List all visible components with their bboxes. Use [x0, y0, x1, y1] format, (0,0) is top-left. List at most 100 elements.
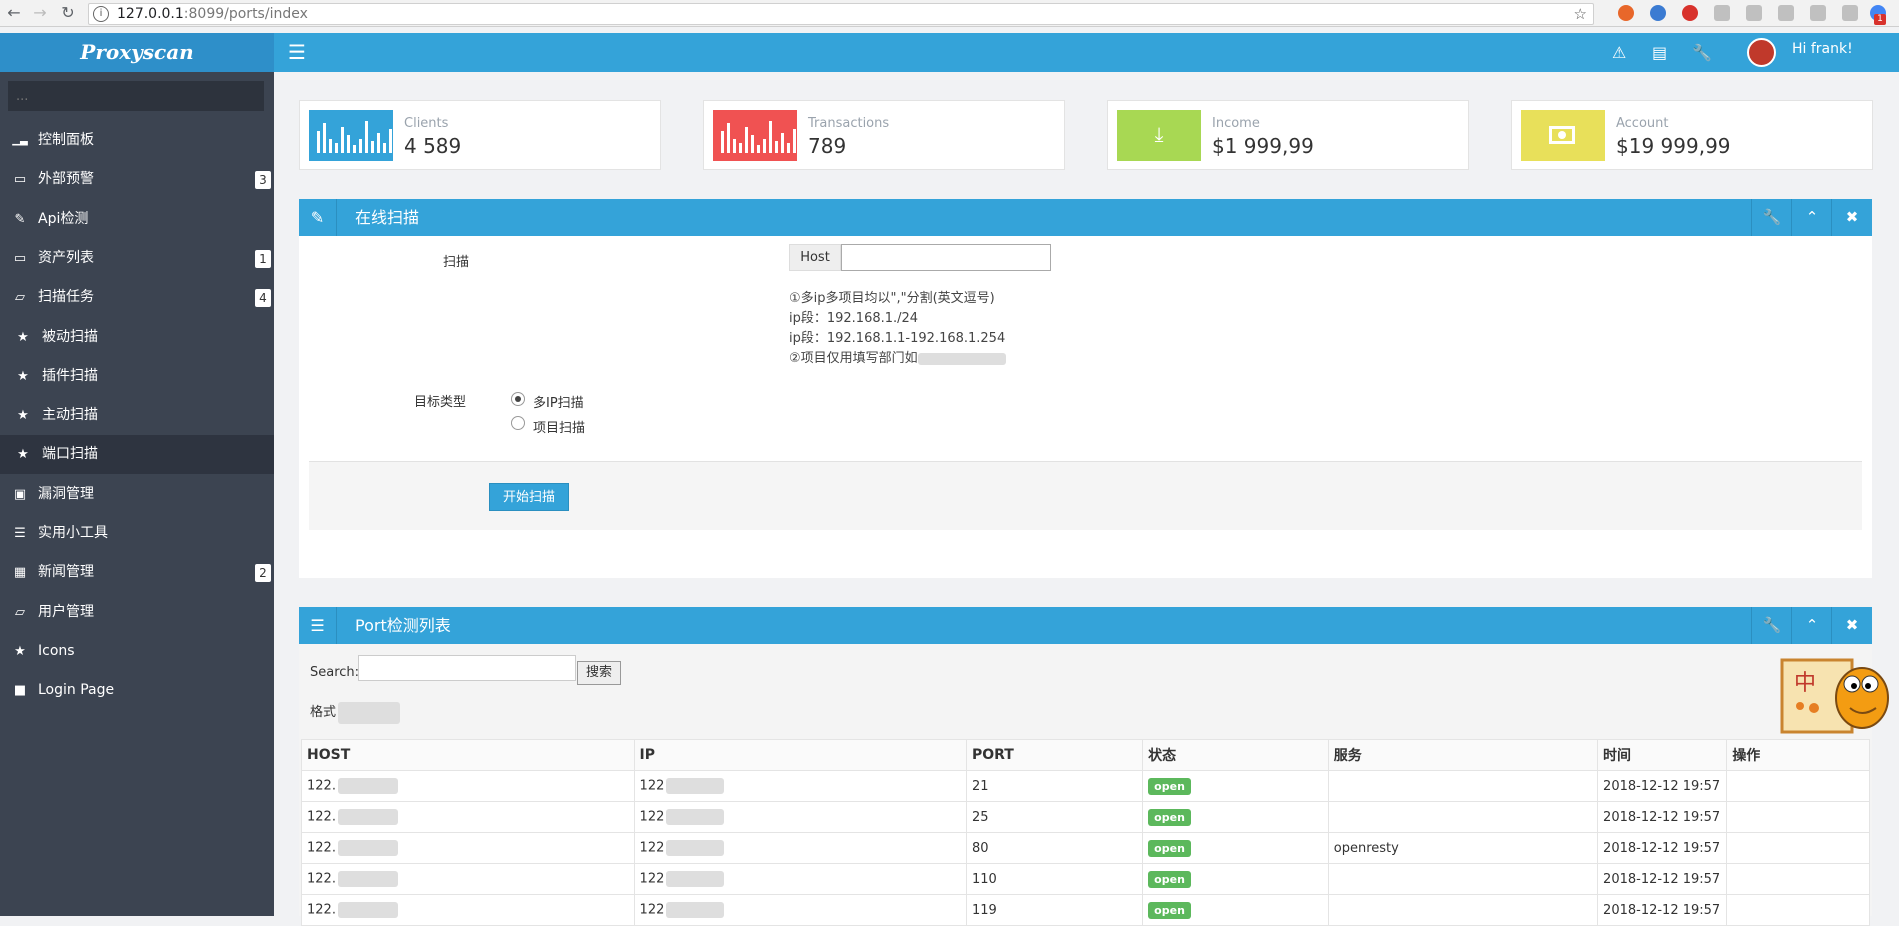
reload-icon[interactable]: ↻ [58, 3, 78, 23]
browser-extension-icon[interactable] [1682, 5, 1698, 21]
ports-panel-header: ☰ Port检测列表 🔧 ⌃ ✖ [299, 607, 1872, 644]
radio-multi-ip-label[interactable]: 多IP扫描 [533, 392, 584, 411]
sidebar-item[interactable]: ▁▃ 控制面板 [0, 121, 274, 160]
table-row[interactable]: 122. 122 25 open 2018-12-12 19:57 [301, 801, 1870, 833]
port-cell-text: 80 [971, 840, 989, 856]
start-scan-button[interactable]: 开始扫描 [489, 483, 569, 511]
column-header[interactable]: 状态 [1142, 739, 1329, 771]
host-cell: 122. [301, 832, 635, 864]
column-header[interactable]: 服务 [1327, 739, 1599, 771]
time-cell-text: 2018-12-12 19:57 [1603, 840, 1721, 856]
radio-project-label[interactable]: 项目扫描 [533, 417, 585, 436]
radio-project[interactable] [511, 416, 525, 430]
sidebar-item-label: 资产列表 [38, 249, 94, 266]
sidebar-item[interactable]: ★ 主动扫描 [0, 396, 274, 435]
sidebar-item[interactable]: ★ 插件扫描 [0, 357, 274, 396]
user-greeting[interactable]: Hi frank! [1792, 33, 1853, 66]
host-addon: Host [789, 244, 841, 271]
sidebar-item[interactable]: ▱ 用户管理 [0, 593, 274, 632]
status-cell: open [1142, 832, 1329, 864]
lock-icon: ■ [13, 683, 27, 699]
sidebar-item-label: 主动扫描 [42, 407, 98, 424]
brand-logo[interactable]: Proxyscan [0, 33, 274, 72]
redacted-block [666, 840, 725, 856]
service-cell [1327, 801, 1599, 833]
time-cell: 2018-12-12 19:57 [1597, 832, 1728, 864]
sidebar-item[interactable]: ★ Icons [0, 632, 274, 671]
warning-icon[interactable]: ⚠ [1612, 33, 1626, 72]
url-path: :8099/ports/index [183, 6, 308, 22]
forward-icon[interactable]: → [30, 3, 50, 23]
table-row[interactable]: 122. 122 21 open 2018-12-12 19:57 [301, 770, 1870, 802]
host-cell: 122. [301, 801, 635, 833]
radio-multi-ip[interactable] [511, 392, 525, 406]
sidebar-item[interactable]: ▦ 新闻管理 2 [0, 553, 274, 592]
browser-extension-icon[interactable] [1778, 5, 1794, 21]
column-header[interactable]: PORT [965, 739, 1144, 771]
hint-line-2: ip段：192.168.1./24 [789, 311, 919, 326]
sidebar-item[interactable]: ✎ Api检测 [0, 200, 274, 239]
info-icon[interactable]: i [93, 6, 109, 22]
sidebar-search-input[interactable] [8, 81, 264, 111]
close-icon[interactable]: ✖ [1831, 607, 1872, 644]
time-cell: 2018-12-12 19:57 [1597, 894, 1728, 926]
browser-extension-icon[interactable] [1714, 5, 1730, 21]
avatar[interactable] [1747, 38, 1776, 67]
action-cell[interactable] [1726, 801, 1870, 833]
settings-wrench-icon[interactable]: 🔧 [1751, 607, 1792, 644]
sidebar-item-label: 端口扫描 [42, 446, 98, 463]
browser-extension-icon[interactable] [1746, 5, 1762, 21]
collapse-chevron-up-icon[interactable]: ⌃ [1791, 607, 1832, 644]
sidebar-item[interactable]: ▭ 外部预警 3 [0, 160, 274, 199]
back-icon[interactable]: ← [4, 3, 24, 23]
sidebar-item[interactable]: ★ 端口扫描 [0, 435, 274, 475]
action-cell[interactable] [1726, 832, 1870, 864]
action-cell[interactable] [1726, 863, 1870, 895]
sidebar-item[interactable]: ■ Login Page [0, 671, 274, 710]
inbox-icon[interactable]: ▤ [1652, 33, 1667, 72]
settings-wrench-icon[interactable]: 🔧 [1751, 199, 1792, 236]
sidebar-item[interactable]: ▭ 资产列表 1 [0, 239, 274, 278]
collapse-chevron-up-icon[interactable]: ⌃ [1791, 199, 1832, 236]
port-cell-text: 119 [971, 902, 997, 918]
action-cell[interactable] [1726, 894, 1870, 926]
service-cell [1327, 863, 1599, 895]
browser-extension-icon[interactable] [1618, 5, 1634, 21]
column-header[interactable]: HOST [301, 739, 635, 771]
close-icon[interactable]: ✖ [1831, 199, 1872, 236]
table-row[interactable]: 122. 122 80 open openresty 2018-12-12 19:57 [301, 832, 1870, 864]
port-cell: 25 [965, 801, 1144, 833]
service-cell-text: openresty [1333, 840, 1399, 856]
column-header[interactable]: 时间 [1597, 739, 1728, 771]
stat-card-income: ⤓ Income $1 999,99 [1107, 100, 1469, 170]
column-header[interactable]: IP [633, 739, 967, 771]
browser-extension-icon[interactable] [1842, 5, 1858, 21]
browser-extension-icon[interactable] [1810, 5, 1826, 21]
browser-extension-icon[interactable] [1650, 5, 1666, 21]
sidebar-item[interactable]: ★ 被动扫描 [0, 318, 274, 357]
garfield-icon: 中 [1780, 658, 1889, 734]
search-input[interactable] [358, 655, 576, 681]
stat-value: $19 999,99 [1616, 134, 1731, 158]
address-bar[interactable]: i 127.0.0.1:8099/ports/index ☆ [88, 3, 1594, 25]
ip-cell: 122 [633, 863, 967, 895]
port-cell: 119 [965, 894, 1144, 926]
redacted-block [338, 701, 401, 724]
sidebar-item-label: 控制面板 [38, 132, 94, 148]
sidebar-item[interactable]: ☰ 实用小工具 [0, 514, 274, 553]
garfield-widget[interactable]: 中 [1780, 648, 1892, 736]
bookmark-star-icon[interactable]: ☆ [1574, 4, 1587, 24]
menu-toggle-icon[interactable]: ☰ [288, 33, 306, 72]
hint-line-3: ip段：192.168.1.1-192.168.1.254 [789, 331, 1006, 346]
sidebar-item[interactable]: ▣ 漏洞管理 [0, 475, 274, 514]
column-header[interactable]: 操作 [1726, 739, 1870, 771]
table-row[interactable]: 122. 122 119 open 2018-12-12 19:57 [301, 894, 1870, 926]
sidebar-item[interactable]: ▱ 扫描任务 4 [0, 278, 274, 317]
star-icon: ★ [17, 408, 29, 424]
host-input[interactable] [841, 244, 1051, 271]
stat-value: 789 [808, 134, 847, 158]
search-button[interactable]: 搜索 [577, 661, 621, 685]
action-cell[interactable] [1726, 770, 1870, 802]
wrench-icon[interactable]: 🔧 [1692, 33, 1712, 72]
table-row[interactable]: 122. 122 110 open 2018-12-12 19:57 [301, 863, 1870, 895]
